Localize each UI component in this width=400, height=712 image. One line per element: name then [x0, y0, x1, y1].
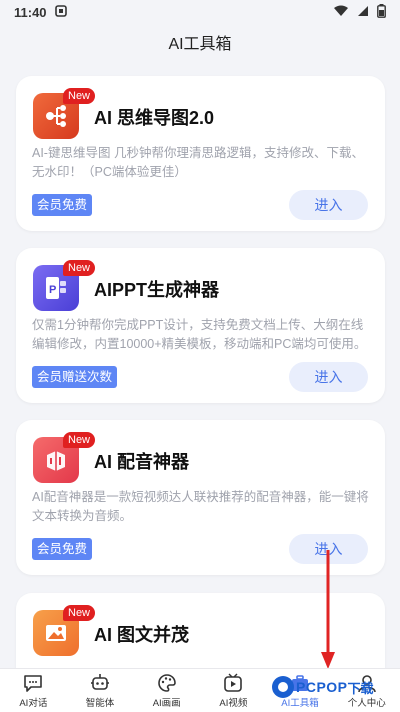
page-title: AI工具箱 — [168, 36, 232, 53]
video-icon — [224, 673, 243, 692]
new-badge: New — [63, 432, 96, 448]
tab-label: AI画画 — [152, 698, 181, 709]
tab-ai-chat[interactable]: AI对话 — [0, 669, 67, 712]
member-tag: 会员赠送次数 — [32, 366, 118, 388]
new-badge: New — [63, 260, 96, 276]
status-time: 11:40 — [14, 4, 47, 20]
tool-title: AI 配音神器 — [94, 452, 190, 472]
tool-list[interactable]: New AI 思维导图2.0 AI-键思维导图 几秒钟帮你理清思路逻辑，支持修改… — [0, 60, 400, 668]
annotation-arrow — [321, 550, 335, 669]
tab-agent[interactable]: 智能体 — [67, 669, 134, 712]
robot-icon — [91, 674, 109, 690]
member-tag: 会员免费 — [32, 194, 93, 216]
signal-icon — [357, 5, 369, 20]
notification-icon — [54, 4, 67, 20]
status-bar: 11:40 — [0, 0, 400, 24]
watermark-suffix: 下载 — [347, 680, 374, 696]
watermark-brand: PCPOP — [296, 679, 348, 695]
tool-description: AI-键思维导图 几秒钟帮你理清思路逻辑，支持修改、下载、无水印！（PC端体验更… — [32, 146, 364, 179]
tab-ai-video[interactable]: AI视频 — [200, 669, 267, 712]
page-header: AI工具箱 — [0, 24, 400, 60]
chat-icon — [24, 675, 43, 692]
pcpop-watermark: PCPOP 下载 — [270, 667, 398, 707]
svg-text:P: P — [49, 284, 56, 296]
tool-description: 仅需1分钟帮你完成PPT设计，支持免费文档上传、大纲在线编辑修改，内置10000… — [32, 318, 367, 351]
wifi-icon — [333, 5, 349, 20]
tab-label: AI视频 — [219, 698, 248, 709]
tool-title: AI 思维导图2.0 — [94, 108, 215, 128]
enter-button[interactable]: 进入 — [289, 362, 368, 392]
new-badge: New — [63, 605, 96, 621]
pcpop-logo-icon — [272, 676, 294, 698]
enter-button[interactable]: 进入 — [289, 190, 368, 220]
tool-description: AI配音神器是一款短视频达人联袂推荐的配音神器，能一键将文本转换为音频。 — [32, 490, 369, 523]
battery-icon — [377, 3, 386, 21]
tab-ai-painting[interactable]: AI画画 — [133, 669, 200, 712]
tool-title: AIPPT生成神器 — [94, 280, 220, 300]
palette-icon — [157, 674, 176, 692]
tab-label: 智能体 — [85, 698, 115, 709]
tool-card-ppt[interactable]: P New AIPPT生成神器 仅需1分钟帮你完成PPT设计，支持免费文档上传、… — [16, 248, 385, 403]
new-badge: New — [63, 88, 96, 104]
tab-label: AI对话 — [19, 698, 48, 709]
tool-title: AI 图文并茂 — [94, 625, 190, 645]
member-tag: 会员免费 — [32, 538, 93, 560]
tool-card-mindmap[interactable]: New AI 思维导图2.0 AI-键思维导图 几秒钟帮你理清思路逻辑，支持修改… — [16, 76, 385, 231]
